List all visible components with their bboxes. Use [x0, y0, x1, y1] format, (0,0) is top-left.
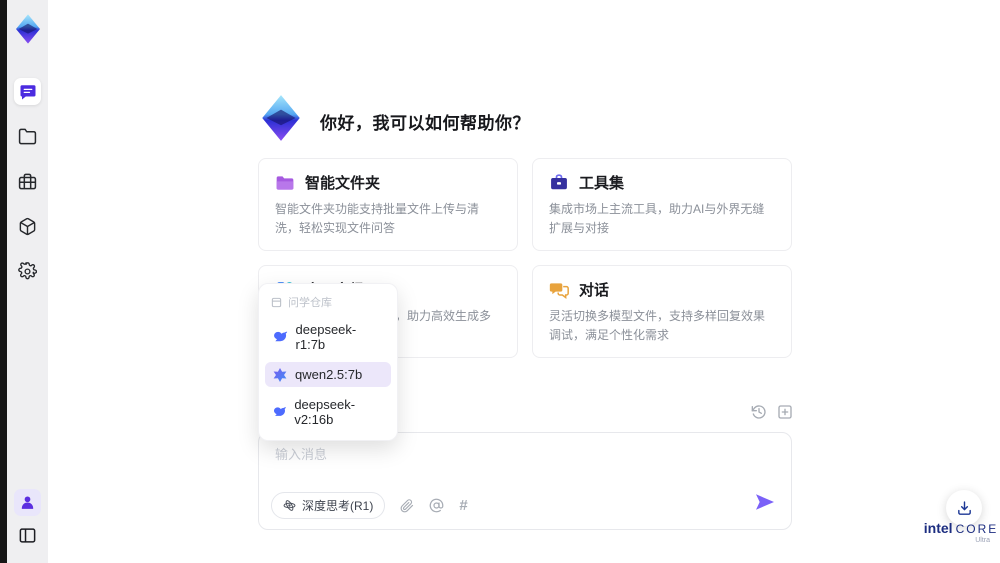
card-title: 智能文件夹 — [305, 175, 381, 192]
app-window: 你好，我可以如何帮助你？ 智能文件夹 智能文件夹功能支持批量文件上传与清洗，轻松… — [0, 0, 1000, 563]
prompt-button[interactable]: # — [459, 497, 467, 514]
history-button[interactable] — [751, 404, 767, 420]
toolset-icon — [551, 173, 567, 189]
model-option-label: deepseek-v2:16b — [294, 397, 356, 427]
intel-core-badge: intel core Ultra — [923, 520, 999, 544]
deepseek-icon — [273, 406, 286, 416]
model-option-deepseek-r1[interactable]: deepseek-r1:7b — [265, 317, 391, 357]
sidebar-item-toolbox[interactable] — [14, 168, 41, 195]
send-button[interactable] — [755, 493, 775, 516]
attach-button[interactable] — [400, 498, 414, 513]
cube-icon — [19, 217, 36, 236]
conversation-actions — [751, 404, 793, 420]
repository-icon — [271, 297, 282, 307]
card-description: 灵活切换多模型文件，支持多样回复效果调试，满足个性化需求 — [549, 309, 766, 342]
model-option-label: deepseek-r1:7b — [295, 322, 357, 352]
card-title: 工具集 — [579, 175, 625, 192]
core-wordmark: core — [955, 522, 999, 536]
new-chat-icon — [778, 405, 792, 419]
history-icon — [751, 405, 766, 419]
mention-button[interactable] — [429, 498, 444, 513]
model-option-deepseek-v2[interactable]: deepseek-v2:16b — [265, 392, 391, 432]
sidebar-item-account[interactable] — [14, 489, 41, 516]
ultra-label: Ultra — [975, 537, 990, 544]
qwen-icon — [273, 367, 287, 382]
composer-toolbar: 深度思考(R1) # — [271, 492, 468, 519]
model-option-qwen[interactable]: qwen2.5:7b — [265, 362, 391, 387]
sidebar-item-models[interactable] — [14, 213, 41, 240]
sidebar-item-folders[interactable] — [14, 123, 41, 150]
card-description: 智能文件夹功能支持批量文件上传与清洗，轻松实现文件问答 — [275, 202, 480, 235]
user-icon — [21, 496, 34, 509]
model-dropdown: 问学仓库 deepseek-r1:7b qwen2.5:7b deepseek-… — [258, 283, 398, 441]
sidebar-item-panel-toggle[interactable] — [14, 522, 41, 549]
send-icon — [756, 494, 774, 510]
panel-icon — [19, 528, 36, 543]
sidebar-item-chat[interactable] — [14, 78, 41, 105]
download-icon — [957, 500, 971, 515]
gear-icon — [18, 262, 37, 280]
model-dropdown-header: 问学仓库 — [265, 291, 391, 317]
greeting-logo-icon — [262, 95, 300, 141]
message-composer: 深度思考(R1) # — [258, 432, 792, 530]
dialogue-icon — [549, 283, 569, 299]
deep-think-toggle[interactable]: 深度思考(R1) — [271, 492, 386, 519]
model-dropdown-header-label: 问学仓库 — [288, 297, 332, 309]
card-title: 对话 — [579, 282, 610, 300]
at-sign-icon — [429, 498, 444, 513]
card-description: 集成市场上主流工具，助力AI与外界无缝扩展与对接 — [549, 202, 765, 235]
briefcase-icon — [18, 173, 37, 190]
card-dialogue[interactable]: 对话 灵活切换多模型文件，支持多样回复效果调试，满足个性化需求 — [532, 265, 792, 359]
card-smart-folder[interactable]: 智能文件夹 智能文件夹功能支持批量文件上传与清洗，轻松实现文件问答 — [258, 158, 518, 252]
paperclip-icon — [400, 498, 414, 512]
sidebar — [7, 0, 48, 563]
page-title: 你好，我可以如何帮助你？ — [320, 114, 530, 133]
deep-think-label: 深度思考(R1) — [302, 499, 374, 513]
intel-wordmark: intel — [923, 520, 953, 536]
smart-folder-icon — [276, 175, 294, 190]
deepseek-icon — [274, 331, 288, 341]
deep-think-icon — [283, 500, 296, 511]
app-logo-icon — [15, 14, 40, 44]
model-option-label: qwen2.5:7b — [295, 367, 363, 382]
new-chat-button[interactable] — [777, 404, 793, 420]
sidebar-item-settings[interactable] — [14, 258, 41, 285]
window-edge — [0, 0, 7, 563]
folder-icon — [18, 128, 37, 145]
card-toolset[interactable]: 工具集 集成市场上主流工具，助力AI与外界无缝扩展与对接 — [532, 158, 792, 252]
chat-bubble-icon — [20, 84, 35, 99]
